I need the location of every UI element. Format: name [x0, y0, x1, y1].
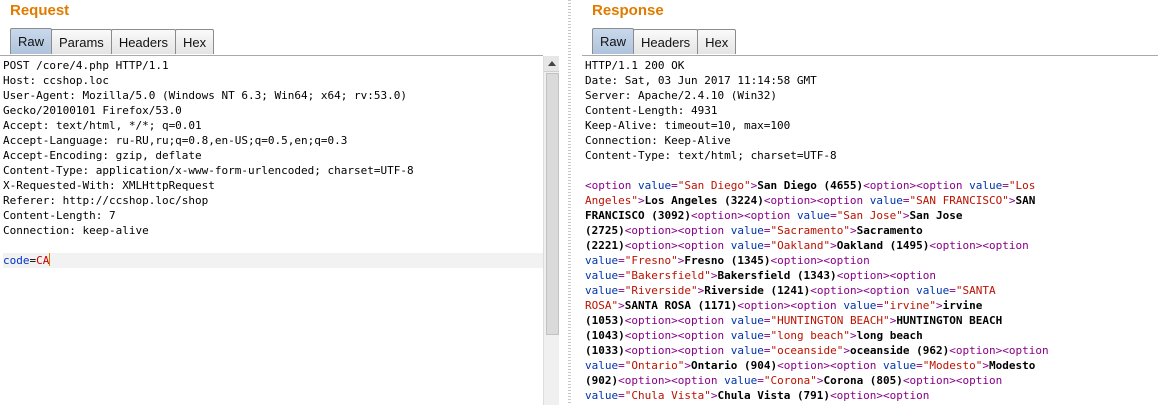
- response-line: Date: Sat, 03 Jun 2017 11:14:58 GMT: [585, 74, 817, 87]
- request-line: POST /core/4.php HTTP/1.1: [3, 59, 169, 72]
- request-title: Request: [10, 2, 70, 19]
- response-body-line: (902)<option><option value="Corona">Coro…: [585, 374, 1003, 387]
- request-tab-headers[interactable]: Headers: [110, 29, 176, 54]
- response-body-line: (2221)<option><option value="Oakland">Oa…: [585, 239, 1029, 252]
- response-line: Content-Type: text/html; charset=UTF-8: [585, 149, 837, 162]
- response-body-line: FRANCISCO (3092)<option><option value="S…: [585, 209, 963, 222]
- request-tab-hex[interactable]: Hex: [174, 29, 215, 54]
- response-body-line: <option value="San Diego">San Diego (465…: [585, 179, 1036, 192]
- request-line: Accept: text/html, */*; q=0.01: [3, 119, 202, 132]
- request-line: Content-Length: 7: [3, 209, 116, 222]
- response-line: Keep-Alive: timeout=10, max=100: [585, 119, 791, 132]
- text-caret: [49, 253, 51, 266]
- response-editor[interactable]: HTTP/1.1 200 OK Date: Sat, 03 Jun 2017 11…: [582, 55, 1158, 406]
- request-line: Host: ccshop.loc: [3, 74, 109, 87]
- param-name: code: [3, 254, 30, 267]
- param-value: CA: [36, 254, 50, 267]
- request-line: User-Agent: Mozilla/5.0 (Windows NT 6.3;…: [3, 89, 407, 102]
- request-line: [3, 238, 543, 253]
- response-body-line: Angeles">Los Angeles (3224)<option><opti…: [585, 194, 1036, 207]
- response-line: HTTP/1.1 200 OK: [585, 59, 685, 72]
- response-body-line: value="Bakersfield">Bakersfield (1343)<o…: [585, 269, 937, 282]
- response-text[interactable]: HTTP/1.1 200 OK Date: Sat, 03 Jun 2017 11…: [582, 56, 1158, 403]
- response-panel: Response Raw Headers Hex HTTP/1.1 200 OK…: [582, 0, 1158, 406]
- response-body-line: (2725)<option><option value="Sacramento"…: [585, 224, 923, 237]
- response-tab-headers[interactable]: Headers: [633, 29, 699, 54]
- request-line: Accept-Encoding: gzip, deflate: [3, 149, 202, 162]
- request-tab-raw[interactable]: Raw: [10, 28, 53, 54]
- response-title: Response: [592, 2, 664, 19]
- request-tab-bar: Raw Params Headers Hex: [10, 28, 215, 54]
- request-panel: Request Raw Params Headers Hex POST /cor…: [0, 0, 560, 406]
- request-text[interactable]: POST /core/4.php HTTP/1.1 Host: ccshop.lo…: [0, 56, 543, 268]
- response-body-line: ROSA">SANTA ROSA (1171)<option><option v…: [585, 299, 983, 312]
- response-tab-hex[interactable]: Hex: [697, 29, 737, 54]
- response-body-line: value="Ontario">Ontario (904)<option><op…: [585, 359, 1036, 372]
- request-line: Referer: http://ccshop.loc/shop: [3, 194, 209, 207]
- response-tab-bar: Raw Headers Hex: [592, 28, 737, 54]
- request-line: Content-Type: application/x-www-form-url…: [3, 164, 414, 177]
- response-body-line: (1053)<option><option value="HUNTINGTON …: [585, 314, 1003, 327]
- request-line: Accept-Language: ru-RU,ru;q=0.8,en-US;q=…: [3, 134, 348, 147]
- response-body-line: (1043)<option><option value="long beach"…: [585, 329, 923, 342]
- response-line: Connection: Keep-Alive: [585, 134, 731, 147]
- response-body-line: value="Fresno">Fresno (1345)<option><opt…: [585, 254, 870, 267]
- scroll-thumb[interactable]: [546, 73, 559, 335]
- request-line: Connection: keep-alive: [3, 224, 149, 237]
- request-scrollbar[interactable]: [543, 56, 560, 405]
- response-body-line: value="Riverside">Riverside (1241)<optio…: [585, 284, 996, 297]
- request-line: X-Requested-With: XMLHttpRequest: [3, 179, 215, 192]
- request-editor[interactable]: POST /core/4.php HTTP/1.1 Host: ccshop.lo…: [0, 55, 543, 406]
- pane-splitter[interactable]: [559, 0, 582, 405]
- response-body-line: (1033)<option><option value="oceanside">…: [585, 344, 1049, 357]
- response-body-line: value="Chula Vista">Chula Vista (791)<op…: [585, 389, 930, 402]
- response-line: Server: Apache/2.4.10 (Win32): [585, 89, 778, 102]
- response-tab-raw[interactable]: Raw: [592, 28, 635, 54]
- scroll-up-arrow-icon[interactable]: [544, 56, 560, 72]
- request-line: Gecko/20100101 Firefox/53.0: [3, 104, 182, 117]
- request-body-line[interactable]: code=CA: [3, 253, 543, 268]
- response-line: [585, 163, 1158, 178]
- response-line: Content-Length: 4931: [585, 104, 718, 117]
- request-tab-params[interactable]: Params: [51, 29, 112, 54]
